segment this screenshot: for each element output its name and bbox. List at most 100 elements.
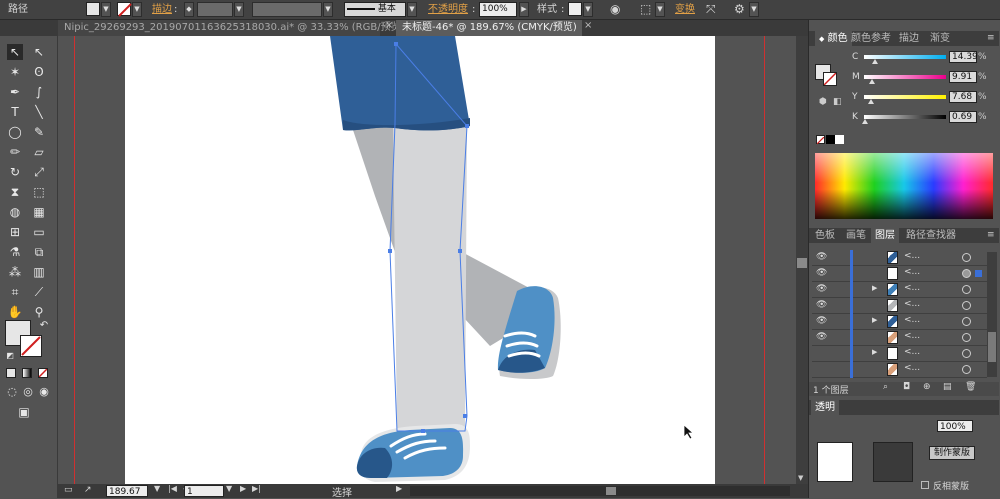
- transform-link[interactable]: 变换: [675, 2, 695, 17]
- tab-untitled-46[interactable]: 未标题-46* @ 189.67% (CMYK/预览): [396, 20, 582, 36]
- stroke-weight-stepper[interactable]: ◆: [184, 2, 194, 17]
- visibility-eye-icon[interactable]: 👁: [816, 268, 827, 278]
- isolate-icon[interactable]: ⤧: [706, 2, 716, 17]
- target-circle-icon[interactable]: [962, 269, 971, 278]
- make-clipping-mask-icon[interactable]: ◘: [903, 382, 910, 392]
- stroke-swatch[interactable]: [117, 2, 132, 17]
- new-sublayer-icon[interactable]: ⊕: [923, 382, 931, 392]
- channel-slider[interactable]: [864, 95, 946, 99]
- invert-mask-checkbox[interactable]: [921, 481, 929, 489]
- tab-layers[interactable]: 图层: [871, 228, 899, 243]
- visibility-eye-icon[interactable]: 👁: [816, 332, 827, 342]
- stroke-color-box[interactable]: [20, 335, 42, 357]
- slider-thumb[interactable]: [869, 79, 876, 84]
- slider-thumb[interactable]: [867, 99, 874, 104]
- draw-inside-icon[interactable]: ◉: [36, 384, 52, 400]
- canvas-area[interactable]: [58, 36, 796, 484]
- layers-scroll-thumb[interactable]: [988, 332, 996, 362]
- selection-tool-icon[interactable]: ↖: [7, 44, 23, 60]
- panel-menu-icon[interactable]: ≡: [987, 230, 995, 240]
- slider-thumb[interactable]: [861, 119, 868, 124]
- blend-tool-icon[interactable]: ⧉: [31, 244, 47, 260]
- target-circle-icon[interactable]: [962, 317, 971, 326]
- color-stroke-box[interactable]: [823, 72, 837, 86]
- panel-menu-icon[interactable]: ≡: [987, 33, 995, 43]
- tab-brushes[interactable]: 画笔: [842, 228, 870, 243]
- channel-value-field[interactable]: 0.69: [949, 111, 977, 123]
- stroke-weight-field[interactable]: [197, 2, 233, 17]
- scrollbar-thumb[interactable]: [797, 258, 807, 268]
- last-artboard-icon[interactable]: ▶|: [252, 484, 261, 493]
- target-circle-icon[interactable]: [962, 365, 971, 374]
- width-tool-icon[interactable]: ⧗: [7, 184, 23, 200]
- target-circle-icon[interactable]: [962, 285, 971, 294]
- draw-normal-icon[interactable]: ◌: [4, 384, 20, 400]
- eyedropper-tool-icon[interactable]: ⚗: [7, 244, 23, 260]
- layer-row[interactable]: 👁 <...: [812, 330, 987, 346]
- cube-icon[interactable]: ⬢: [819, 97, 827, 107]
- stroke-dropdown-arrow[interactable]: ▼: [132, 2, 142, 17]
- magic-wand-tool-icon[interactable]: ✶: [7, 64, 23, 80]
- slider-thumb[interactable]: [872, 59, 879, 64]
- style-dropdown[interactable]: ▼: [583, 2, 593, 17]
- target-circle-icon[interactable]: [962, 333, 971, 342]
- lasso-tool-icon[interactable]: ʘ: [31, 64, 47, 80]
- artboard-dropdown-icon[interactable]: ▼: [226, 484, 232, 493]
- transparency-opacity-field[interactable]: 100%: [937, 420, 973, 432]
- none-mode-icon[interactable]: [38, 368, 48, 378]
- options-icon[interactable]: ⚙: [734, 2, 745, 17]
- status-menu-icon[interactable]: ▶: [396, 484, 402, 493]
- color-spectrum[interactable]: [815, 153, 993, 219]
- selection-indicator[interactable]: [975, 270, 982, 277]
- free-transform-tool-icon[interactable]: ⬚: [31, 184, 47, 200]
- stroke-label[interactable]: 描边: [152, 2, 172, 17]
- artboard[interactable]: [125, 36, 715, 484]
- curvature-tool-icon[interactable]: ∫: [31, 84, 47, 100]
- gradient-mode-icon[interactable]: [22, 368, 32, 378]
- perspective-grid-tool-icon[interactable]: ▦: [31, 204, 47, 220]
- layer-name[interactable]: <...: [904, 251, 920, 261]
- close-icon[interactable]: ×: [584, 20, 592, 31]
- shape-builder-tool-icon[interactable]: ◍: [7, 204, 23, 220]
- close-icon[interactable]: ×: [385, 20, 393, 31]
- tab-pathfinder[interactable]: 路径查找器: [902, 228, 960, 243]
- visibility-eye-icon[interactable]: 👁: [816, 316, 827, 326]
- visibility-eye-icon[interactable]: 👁: [816, 300, 827, 310]
- style-swatch[interactable]: [568, 2, 582, 16]
- color-mode-icon[interactable]: [6, 368, 16, 378]
- layer-row[interactable]: 👁 <...: [812, 266, 987, 282]
- opacity-label[interactable]: 不透明度: [428, 2, 468, 17]
- target-circle-icon[interactable]: [962, 349, 971, 358]
- layer-name[interactable]: <...: [904, 299, 920, 309]
- horizontal-scrollbar[interactable]: [410, 486, 790, 496]
- target-circle-icon[interactable]: [962, 253, 971, 262]
- tab-stroke[interactable]: 描边: [895, 31, 923, 46]
- brush-definition-field[interactable]: 基本: [344, 2, 406, 17]
- opacity-dropdown[interactable]: ▶: [519, 2, 529, 17]
- make-mask-button[interactable]: 制作蒙版: [929, 446, 975, 460]
- line-tool-icon[interactable]: ╲: [31, 104, 47, 120]
- channel-value-field[interactable]: 14.39: [949, 51, 978, 63]
- layer-row[interactable]: 👁 <...: [812, 250, 987, 266]
- target-circle-icon[interactable]: [962, 301, 971, 310]
- scroll-down-icon[interactable]: ▼: [798, 474, 803, 482]
- channel-slider[interactable]: [864, 115, 946, 119]
- layer-name[interactable]: <...: [904, 347, 920, 357]
- stroke-weight-dropdown[interactable]: ▼: [234, 2, 244, 17]
- slice-tool-icon[interactable]: ⟋: [31, 284, 47, 300]
- next-artboard-icon[interactable]: ▶: [240, 484, 246, 493]
- swap-colors-icon[interactable]: ↶: [36, 318, 52, 334]
- zoom-field[interactable]: 189.67: [106, 485, 148, 497]
- zoom-dropdown-icon[interactable]: ▼: [154, 484, 160, 493]
- tab-nipic-document[interactable]: Nipic_29269293_20190701163625318030.ai* …: [58, 20, 405, 36]
- horizontal-scroll-thumb[interactable]: [606, 487, 616, 495]
- layer-name[interactable]: <...: [904, 283, 920, 293]
- layers-scrollbar[interactable]: [987, 252, 997, 377]
- gradient-tool-icon[interactable]: ▭: [31, 224, 47, 240]
- ellipse-tool-icon[interactable]: ◯: [7, 124, 23, 140]
- tab-color-guide[interactable]: 颜色参考: [847, 31, 895, 46]
- gamut-icon[interactable]: ◧: [833, 97, 842, 107]
- mesh-tool-icon[interactable]: ⊞: [7, 224, 23, 240]
- options-dropdown[interactable]: ▼: [749, 2, 759, 17]
- channel-value-field[interactable]: 9.91: [949, 71, 977, 83]
